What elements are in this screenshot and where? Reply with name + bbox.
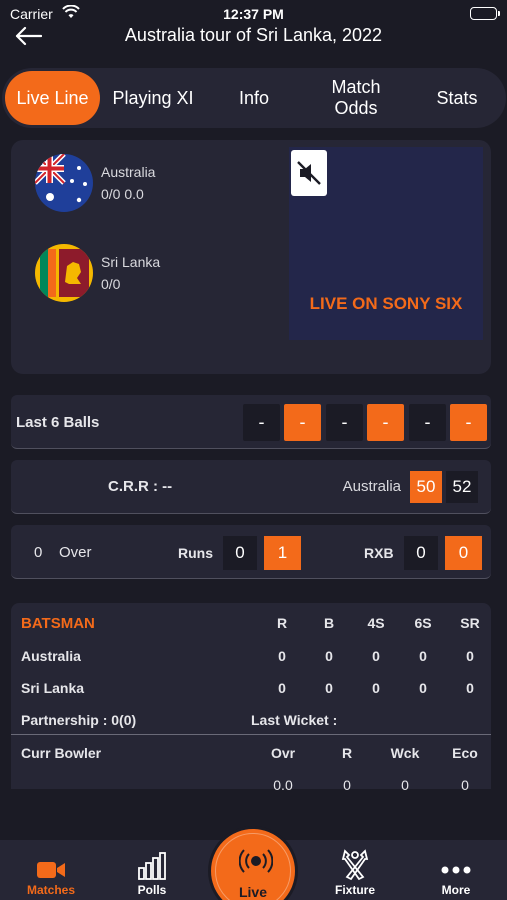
cricket-bats-icon <box>315 847 395 881</box>
clock: 12:37 PM <box>223 6 284 22</box>
ball-2: - <box>284 404 321 441</box>
tab-bar: Live Line Playing XI Info Match Odds Sta… <box>2 68 506 128</box>
tab-live-line[interactable]: Live Line <box>5 71 100 125</box>
table-row: Australia 0 0 0 0 0 <box>21 648 481 664</box>
odds-lay: 52 <box>446 471 478 503</box>
nav-label: Matches <box>26 883 76 897</box>
odds-back: 50 <box>410 471 442 503</box>
cell: 0 <box>372 648 380 664</box>
cell: 0 <box>343 777 351 793</box>
rxb-label: RXB <box>364 545 394 561</box>
score-card: Australia 0/0 0.0 Sri Lanka 0/0 LIVE ON <box>11 140 491 374</box>
ball-4: - <box>367 404 404 441</box>
nav-label: Polls <box>137 883 167 897</box>
last-six-balls-label: Last 6 Balls <box>16 414 100 431</box>
page-title: Australia tour of Sri Lanka, 2022 <box>124 25 383 45</box>
col-sr: SR <box>460 615 480 631</box>
tab-stats[interactable]: Stats <box>410 71 504 125</box>
runs-value-2: 1 <box>264 536 301 570</box>
team-name: Sri Lanka <box>101 254 161 270</box>
cell: 0 <box>419 648 427 664</box>
ball-3: - <box>326 404 363 441</box>
team-score: 0/0 0.0 <box>101 186 144 202</box>
over-summary: 0 Over Runs 0 1 RXB 0 0 <box>11 525 491 579</box>
tab-match-odds[interactable]: Match Odds <box>302 71 410 125</box>
bar-chart-icon <box>112 847 192 881</box>
col-wck: Wck <box>390 745 420 761</box>
batsman-header: BATSMAN R B 4S 6S SR <box>21 615 481 632</box>
rxb-value-1: 0 <box>404 536 438 570</box>
batsman-name: Australia <box>21 648 81 664</box>
team-score: 0/0 <box>101 276 121 292</box>
cell: 0 <box>372 680 380 696</box>
bowler-title: Curr Bowler <box>21 745 102 761</box>
col-r: R <box>341 745 353 761</box>
cell: 0 <box>278 648 286 664</box>
nav-label: More <box>441 883 471 897</box>
last-six-balls: Last 6 Balls - - - - - - <box>11 395 491 449</box>
cell: 0 <box>466 648 474 664</box>
divider <box>11 734 491 735</box>
cell: 0 <box>401 777 409 793</box>
team-name: Australia <box>101 164 156 180</box>
ball-5: - <box>409 404 446 441</box>
more-dots-icon <box>416 847 496 881</box>
team-row-australia: Australia 0/0 0.0 <box>35 154 155 212</box>
tab-info[interactable]: Info <box>206 71 302 125</box>
over-label: Over <box>59 544 92 561</box>
cell: 0 <box>278 680 286 696</box>
col-b: B <box>323 615 335 631</box>
mute-icon[interactable] <box>291 150 327 196</box>
sri-lanka-flag-icon <box>35 244 93 302</box>
broadcast-label: LIVE ON SONY SIX <box>309 294 463 313</box>
video-camera-icon <box>11 847 91 881</box>
cell: 0 <box>325 680 333 696</box>
ball-6: - <box>450 404 487 441</box>
cell: 0 <box>419 680 427 696</box>
col-6s: 6S <box>414 615 432 631</box>
cell: 0 <box>461 777 469 793</box>
nav-label: Fixture <box>334 883 375 897</box>
battery-icon <box>470 7 500 20</box>
odds-team: Australia <box>342 478 401 495</box>
col-r: R <box>276 615 288 631</box>
last-wicket-label: Last Wicket : <box>251 712 338 728</box>
nav-matches[interactable]: Matches <box>11 847 91 897</box>
nav-live-label: Live <box>238 884 267 900</box>
table-row: Sri Lanka 0 0 0 0 0 <box>21 680 481 696</box>
col-eco: Eco <box>452 745 478 761</box>
rxb-value-2: 0 <box>445 536 482 570</box>
ball-1: - <box>243 404 280 441</box>
col-ovr: Ovr <box>270 745 296 761</box>
batsman-title: BATSMAN <box>21 615 95 632</box>
cell: 0 <box>466 680 474 696</box>
runs-value-1: 0 <box>223 536 257 570</box>
nav-live-button[interactable]: Live <box>208 826 298 900</box>
partnership-row: Partnership : 0(0) Last Wicket : <box>21 712 481 728</box>
batsman-card: BATSMAN R B 4S 6S SR Australia 0 0 0 0 0… <box>11 603 491 793</box>
current-run-rate: C.R.R : -- Australia 50 52 <box>11 460 491 514</box>
runs-label: Runs <box>178 545 213 561</box>
over-value: 0 <box>34 544 43 561</box>
nav-fixture[interactable]: Fixture <box>315 847 395 897</box>
batsman-name: Sri Lanka <box>21 680 85 696</box>
partnership-label: Partnership : 0(0) <box>21 712 137 728</box>
header: Australia tour of Sri Lanka, 2022 <box>0 22 507 52</box>
team-row-sri-lanka: Sri Lanka 0/0 <box>35 244 160 302</box>
broadcast-icon <box>238 846 274 881</box>
tab-playing-xi[interactable]: Playing XI <box>100 71 206 125</box>
nav-more[interactable]: More <box>416 847 496 897</box>
australia-flag-icon <box>35 154 93 212</box>
bowler-header: Curr Bowler Ovr R Wck Eco <box>21 745 481 761</box>
nav-polls[interactable]: Polls <box>112 847 192 897</box>
cell: 0 <box>325 648 333 664</box>
col-4s: 4S <box>367 615 385 631</box>
video-player[interactable]: LIVE ON SONY SIX <box>289 147 483 340</box>
cell: 0.0 <box>273 777 293 793</box>
crr-label: C.R.R : -- <box>108 478 173 495</box>
